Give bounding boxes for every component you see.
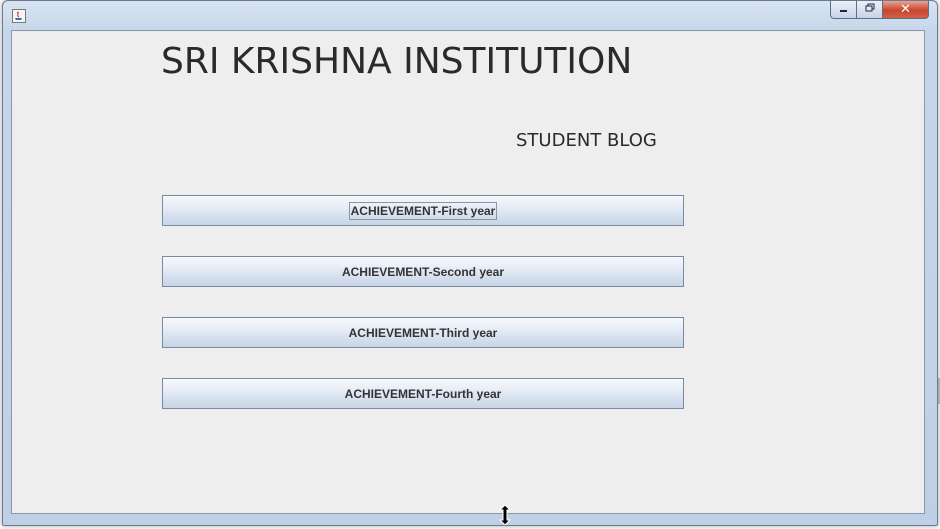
achievement-second-year-label: ACHIEVEMENT-Second year	[341, 264, 505, 279]
achievement-first-year-label: ACHIEVEMENT-First year	[348, 201, 498, 220]
achievement-fourth-year-label: ACHIEVEMENT-Fourth year	[344, 386, 502, 401]
achievement-third-year-button[interactable]: ACHIEVEMENT-Third year	[162, 317, 684, 348]
achievement-second-year-button[interactable]: ACHIEVEMENT-Second year	[162, 256, 684, 287]
java-app-icon	[12, 9, 26, 23]
institution-title: SRI KRISHNA INSTITUTION	[161, 41, 633, 82]
restore-icon	[865, 3, 875, 16]
achievement-fourth-year-button[interactable]: ACHIEVEMENT-Fourth year	[162, 378, 684, 409]
maximize-button[interactable]	[857, 1, 883, 19]
content-panel: SRI KRISHNA INSTITUTION STUDENT BLOG ACH…	[11, 30, 925, 514]
vertical-resize-cursor-icon	[498, 504, 512, 529]
student-blog-label: STUDENT BLOG	[516, 130, 657, 151]
minimize-button[interactable]	[830, 1, 857, 19]
achievement-third-year-label: ACHIEVEMENT-Third year	[348, 325, 498, 340]
window-controls: ✕	[830, 1, 929, 21]
title-bar[interactable]: ✕	[3, 1, 937, 29]
close-icon: ✕	[900, 2, 911, 17]
minimize-icon	[839, 3, 848, 16]
app-window: ✕ SRI KRISHNA INSTITUTION STUDENT BLOG A…	[2, 0, 938, 526]
close-button[interactable]: ✕	[883, 1, 929, 19]
achievement-first-year-button[interactable]: ACHIEVEMENT-First year	[162, 195, 684, 226]
